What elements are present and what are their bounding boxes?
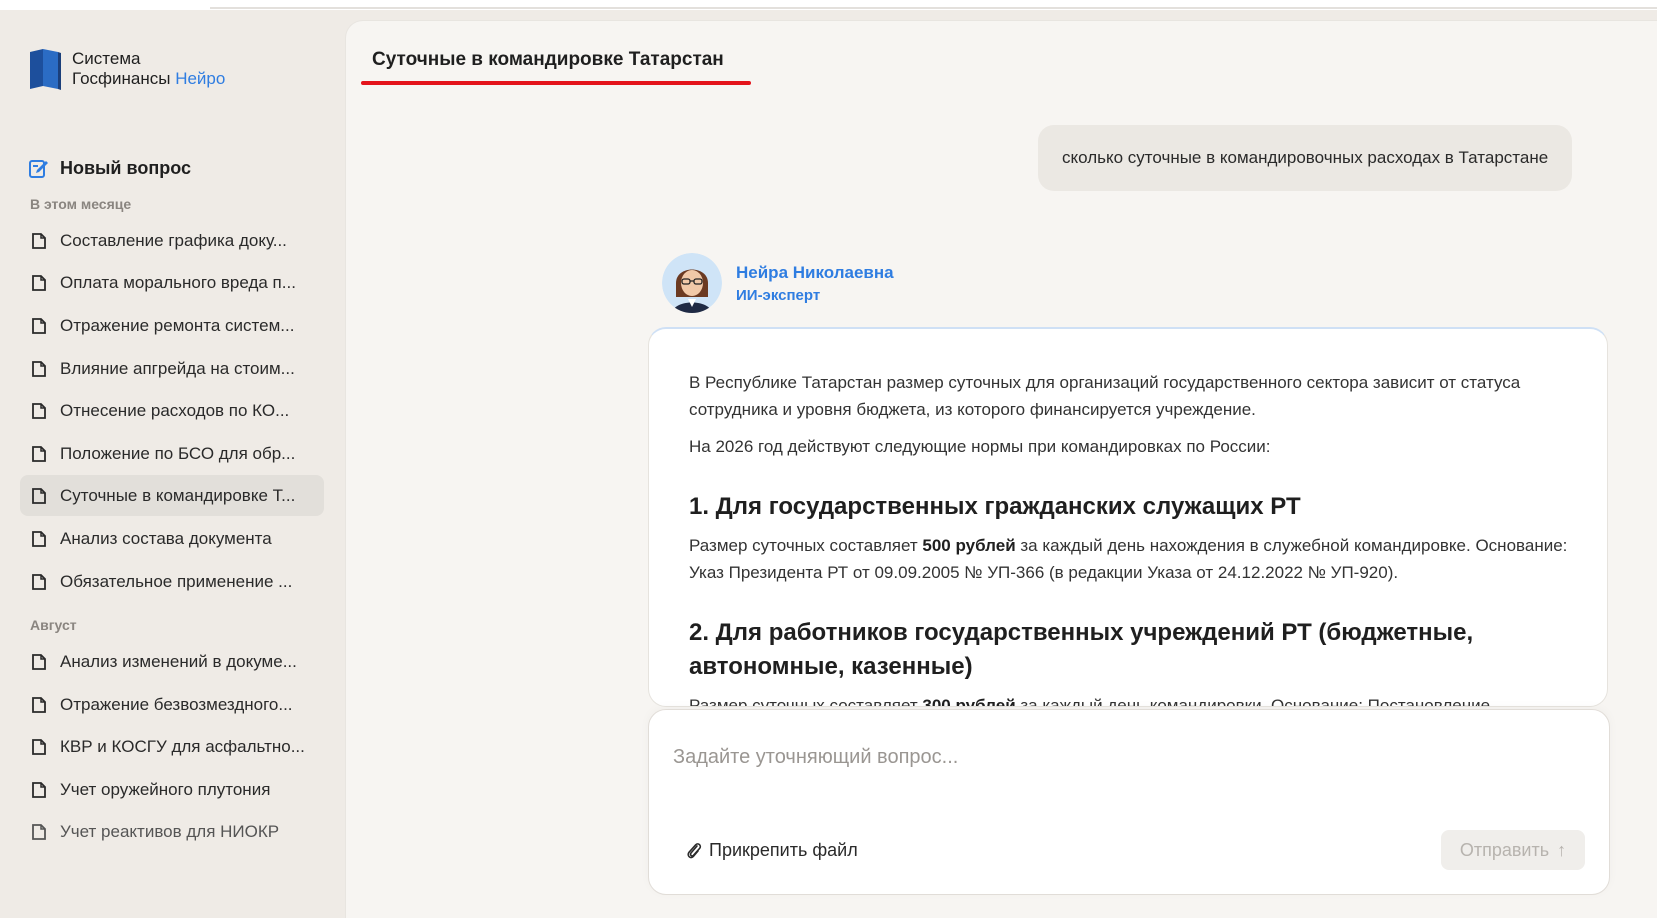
history-item-active[interactable]: Суточные в командировке Т... — [20, 475, 324, 516]
section-label-this-month: В этом месяце — [30, 196, 132, 212]
answer-bold-value: 300 рублей — [922, 696, 1016, 707]
history-item-label: Учет реактивов для НИОКР — [60, 821, 280, 841]
browser-top-strip — [0, 0, 1657, 10]
answer-paragraph: Размер суточных составляет 300 рублей за… — [689, 692, 1569, 707]
history-item[interactable]: Составление графика доку... — [20, 220, 324, 261]
history-item[interactable]: Обязательное применение ... — [20, 561, 324, 602]
history-item[interactable]: Оплата морального вреда п... — [20, 262, 324, 303]
document-icon — [32, 823, 46, 840]
assistant-header: Нейра Николаевна ИИ-эксперт — [662, 253, 894, 313]
history-item[interactable]: Влияние апгрейда на стоим... — [20, 348, 324, 389]
history-item-label: Влияние апгрейда на стоим... — [60, 358, 295, 378]
answer-text: за каждый день командировки. Основание: … — [1015, 696, 1491, 707]
section-label-august: Август — [30, 617, 77, 633]
history-item-label: Составление графика доку... — [60, 230, 287, 250]
history-item-label: Положение по БСО для обр... — [60, 443, 296, 463]
history-item[interactable]: Положение по БСО для обр... — [20, 433, 324, 474]
brand-line2-main: Госфинансы — [72, 69, 171, 88]
title-red-underline — [361, 81, 751, 85]
answer-paragraph: Размер суточных составляет 500 рублей за… — [689, 532, 1569, 586]
history-item[interactable]: Отражение ремонта систем... — [20, 305, 324, 346]
answer-heading: 1. Для государственных гражданских служа… — [689, 493, 1301, 520]
history-item[interactable]: Учет оружейного плутония — [20, 769, 324, 810]
attach-file-label: Прикрепить файл — [709, 840, 858, 860]
document-icon — [32, 232, 46, 249]
history-item-label: Анализ состава документа — [60, 528, 272, 548]
new-question-button[interactable]: Новый вопрос — [28, 157, 191, 179]
new-question-label: Новый вопрос — [60, 157, 191, 178]
brand-line1: Система — [72, 49, 141, 68]
document-icon — [32, 445, 46, 462]
book-logo-icon — [30, 49, 61, 90]
document-icon — [32, 696, 46, 713]
answer-text: Размер суточных составляет — [689, 696, 923, 707]
document-icon — [32, 317, 46, 334]
history-item[interactable]: Анализ состава документа — [20, 518, 324, 559]
follow-up-question-input[interactable] — [673, 746, 1573, 769]
document-icon — [32, 653, 46, 670]
send-button[interactable]: Отправить ↑ — [1441, 830, 1585, 870]
user-message-bubble: сколько суточные в командировочных расхо… — [1038, 125, 1573, 191]
answer-text: Размер суточных составляет — [689, 536, 923, 555]
history-item-label: Отражение ремонта систем... — [60, 315, 295, 335]
history-item[interactable]: КВР и КОСГУ для асфальтно... — [20, 726, 324, 767]
assistant-avatar — [662, 253, 722, 313]
arrow-up-icon: ↑ — [1557, 839, 1567, 860]
history-item-label: КВР и КОСГУ для асфальтно... — [60, 736, 305, 756]
document-icon — [32, 781, 46, 798]
new-chat-edit-icon — [29, 160, 48, 178]
document-icon — [32, 530, 46, 547]
answer-bold-value: 500 рублей — [922, 536, 1016, 555]
document-icon — [32, 738, 46, 755]
brand-line2: Госфинансы Нейро — [72, 69, 225, 89]
document-icon — [32, 274, 46, 291]
history-item[interactable]: Отражение безвозмездного... — [20, 684, 324, 725]
send-label: Отправить — [1459, 839, 1550, 860]
history-item-label: Учет оружейного плутония — [60, 779, 271, 799]
answer-paragraph: В Республике Татарстан размер суточных д… — [689, 373, 1521, 419]
answer-heading: 2. Для работников государственных учрежд… — [689, 619, 1474, 680]
document-icon — [32, 573, 46, 590]
assistant-role: ИИ-эксперт — [736, 286, 821, 304]
history-item-label: Оплата морального вреда п... — [60, 272, 296, 292]
paperclip-icon — [687, 842, 702, 858]
chat-panel: Суточные в командировке Татарстан скольк… — [345, 20, 1657, 918]
brand-name: Система Госфинансы Нейро — [72, 49, 225, 89]
message-composer: Прикрепить файл Отправить ↑ — [648, 709, 1610, 895]
chat-title: Суточные в командировке Татарстан — [372, 49, 724, 70]
sidebar: Система Госфинансы Нейро Новый вопрос В … — [0, 10, 345, 918]
document-icon — [32, 487, 46, 504]
assistant-answer-card: В Республике Татарстан размер суточных д… — [648, 327, 1608, 707]
history-item-label: Анализ изменений в докуме... — [60, 651, 297, 671]
brand-accent: Нейро — [175, 69, 226, 88]
answer-paragraph: На 2026 год действуют следующие нормы пр… — [689, 437, 1271, 456]
history-item-label: Суточные в командировке Т... — [60, 485, 296, 505]
history-item-label: Отражение безвозмездного... — [60, 694, 293, 714]
history-item-label: Отнесение расходов по КО... — [60, 400, 290, 420]
history-item[interactable]: Отнесение расходов по КО... — [20, 390, 324, 431]
brand-logo[interactable]: Система Госфинансы Нейро — [28, 48, 225, 90]
assistant-name: Нейра Николаевна — [736, 262, 894, 282]
history-item[interactable]: Учет реактивов для НИОКР — [20, 811, 324, 852]
history-item[interactable]: Анализ изменений в докуме... — [20, 641, 324, 682]
history-item-label: Обязательное применение ... — [60, 571, 293, 591]
document-icon — [32, 360, 46, 377]
top-divider — [210, 7, 1657, 9]
attach-file-button[interactable]: Прикрепить файл — [685, 840, 858, 861]
assistant-meta: Нейра Николаевна ИИ-эксперт — [736, 263, 894, 304]
document-icon — [32, 402, 46, 419]
